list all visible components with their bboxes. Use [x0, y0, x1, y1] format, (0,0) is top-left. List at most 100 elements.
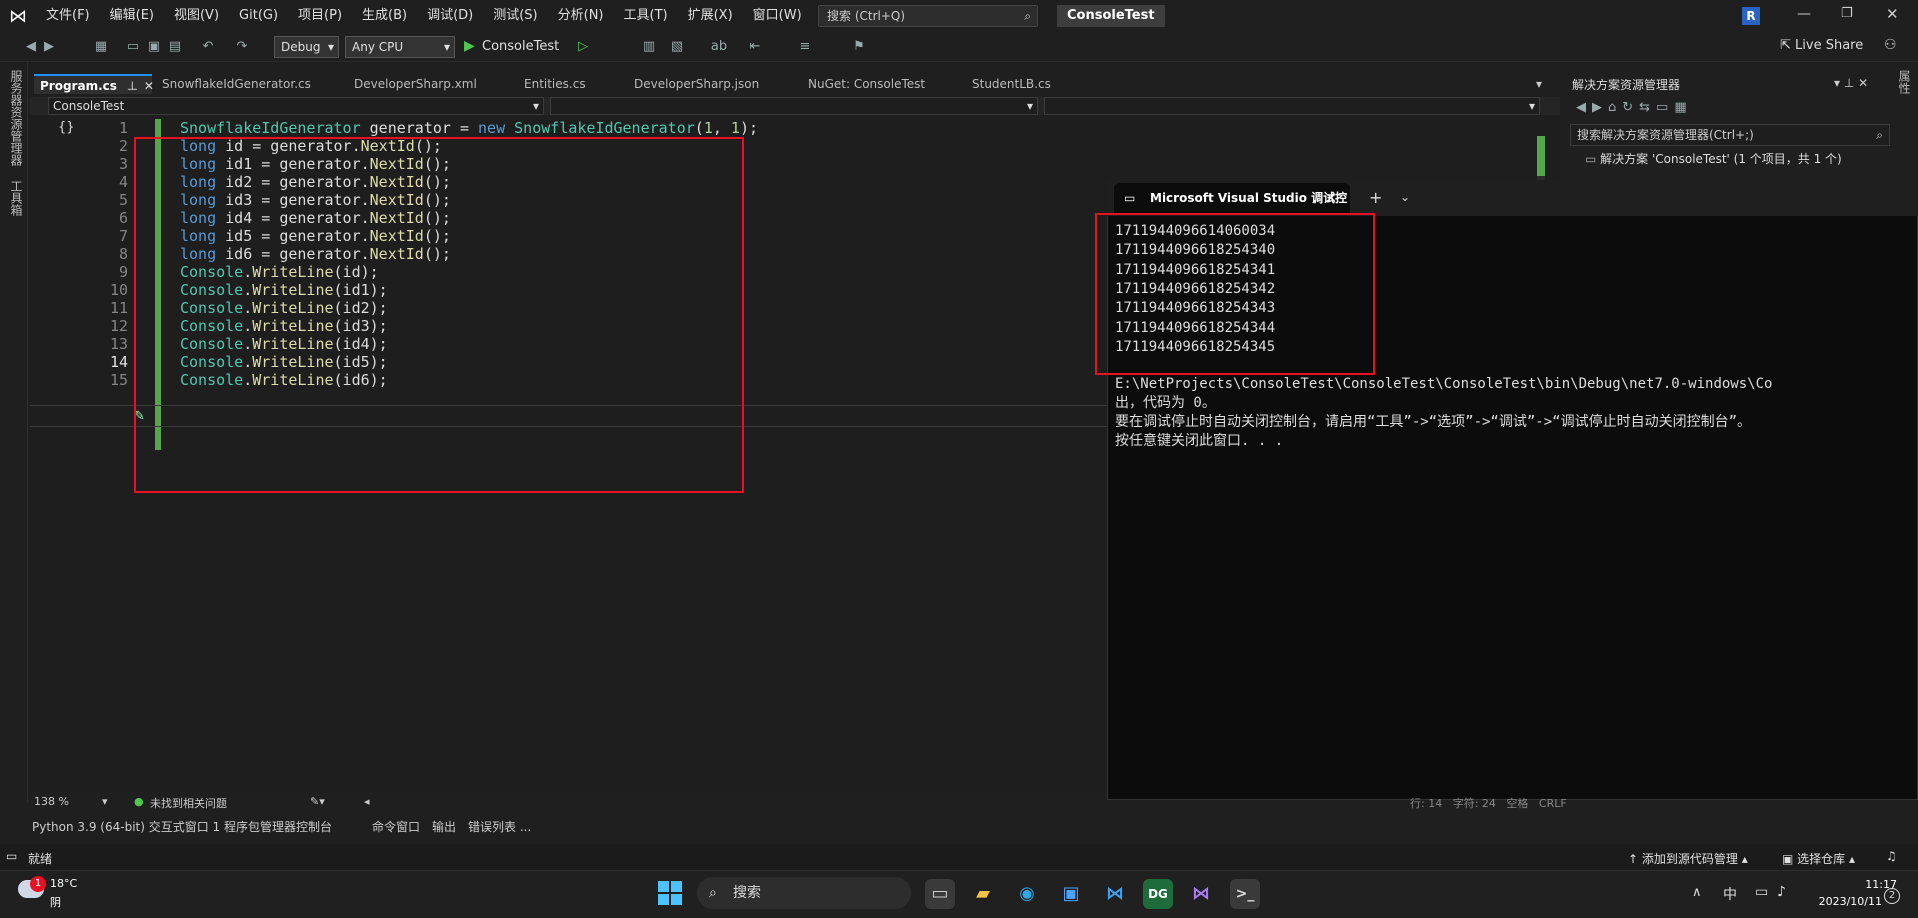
notification-count[interactable]: 2: [1884, 888, 1900, 904]
undo-icon[interactable]: ↶: [199, 38, 217, 56]
network-icon[interactable]: ▭: [1755, 884, 1768, 900]
panel-pin-icon[interactable]: ▾ ⊥ ✕: [1834, 76, 1868, 90]
project-nav-select[interactable]: ConsoleTest ▾: [48, 97, 544, 115]
step-icon[interactable]: ⇤: [746, 38, 764, 56]
redo-icon[interactable]: ↷: [233, 38, 251, 56]
chevron-down-icon: ▾: [532, 99, 539, 113]
scrollbar-change-marker: [1537, 136, 1545, 176]
tab-error-list[interactable]: 错误列表 ...: [468, 818, 531, 835]
menu-item[interactable]: Git(G): [229, 0, 288, 32]
toolbox-tab[interactable]: 工具箱: [8, 180, 25, 216]
tab-snowflake[interactable]: SnowflakeIdGenerator.cs: [156, 74, 317, 94]
chevron-down-icon[interactable]: ▾: [102, 795, 108, 808]
close-icon[interactable]: ✕: [144, 79, 154, 93]
tab-developersharp-json[interactable]: DeveloperSharp.json: [628, 74, 765, 94]
start-icon[interactable]: ▶: [464, 38, 475, 54]
tab-package-manager[interactable]: 程序包管理器控制台: [224, 818, 332, 835]
right-strip-tab[interactable]: 属性: [1896, 70, 1913, 94]
config-value: Debug: [281, 40, 321, 54]
member-nav-select[interactable]: ▾: [1044, 97, 1540, 115]
bookmark-icon[interactable]: ⚑: [850, 38, 868, 56]
config-select[interactable]: Debug ▾: [274, 36, 339, 58]
line-number: 6: [118, 209, 128, 227]
tray-chevron-icon[interactable]: ∧: [1692, 885, 1702, 900]
close-icon[interactable]: ✕: [1326, 183, 1336, 214]
issues-status[interactable]: 未找到相关问题: [150, 795, 227, 811]
user-avatar[interactable]: R: [1742, 7, 1760, 25]
close-button[interactable]: ✕: [1886, 5, 1899, 23]
menu-item[interactable]: 视图(V): [164, 0, 229, 32]
add-source-control-button[interactable]: ↑ 添加到源代码管理 ▴: [1628, 850, 1748, 867]
comment-icon[interactable]: ≡: [796, 38, 814, 56]
brush-icon[interactable]: ✎▾: [310, 795, 325, 808]
menu-item[interactable]: 调试(D): [417, 0, 483, 32]
vscode-icon[interactable]: ⋈: [1100, 879, 1130, 909]
start-button[interactable]: ConsoleTest: [482, 39, 559, 54]
save-icon[interactable]: ▣: [145, 38, 163, 56]
platform-select[interactable]: Any CPU ▾: [345, 36, 455, 58]
menu-item[interactable]: 项目(P): [288, 0, 352, 32]
forward-icon[interactable]: ▶: [40, 38, 58, 56]
menu-item[interactable]: 分析(N): [548, 0, 614, 32]
quick-actions-icon[interactable]: {}: [58, 120, 75, 135]
menu-item[interactable]: 扩展(X): [678, 0, 743, 32]
file-explorer-icon[interactable]: ▰: [968, 879, 998, 909]
taskbar-search[interactable]: ⌕ 搜索: [697, 877, 911, 909]
search-box[interactable]: 搜索 (Ctrl+Q) ⌕: [818, 5, 1038, 27]
datagrip-icon[interactable]: DG: [1143, 879, 1173, 909]
visual-studio-icon[interactable]: ⋈: [1186, 879, 1216, 909]
menu-item[interactable]: 工具(T): [614, 0, 678, 32]
type-nav-select[interactable]: ▾: [550, 97, 1038, 115]
tab-entities[interactable]: Entities.cs: [518, 74, 592, 94]
spellcheck-icon[interactable]: ab: [710, 38, 728, 56]
tab-nuget[interactable]: NuGet: ConsoleTest: [802, 74, 931, 94]
open-icon[interactable]: ▭: [124, 38, 142, 56]
solution-toolbar[interactable]: ◀▶⌂↻⇆▭▦: [1576, 100, 1693, 115]
console-message-line: E:\NetProjects\ConsoleTest\ConsoleTest\C…: [1115, 376, 1773, 392]
tab-overflow-icon[interactable]: ▾ ⚙: [1530, 74, 1560, 111]
select-repo-button[interactable]: ▣ 选择仓库 ▴: [1782, 850, 1855, 867]
volume-icon[interactable]: ♪: [1777, 884, 1786, 900]
new-tab-icon[interactable]: +: [1369, 188, 1382, 207]
pin-icon[interactable]: ⊥: [127, 79, 138, 93]
start-menu-icon[interactable]: [658, 881, 682, 905]
solution-search-input[interactable]: 搜索解决方案资源管理器(Ctrl+;) ⌕: [1570, 124, 1890, 146]
ime-indicator[interactable]: 中: [1723, 884, 1737, 904]
tab-studentlb[interactable]: StudentLB.cs: [966, 74, 1057, 94]
chevron-down-icon[interactable]: ⌄: [1400, 190, 1410, 204]
restore-button[interactable]: ❐: [1841, 6, 1853, 21]
console-tab[interactable]: ▭ Microsoft Visual Studio 调试控 ✕: [1114, 183, 1350, 214]
zoom-level[interactable]: 138 %: [34, 795, 69, 808]
minimize-button[interactable]: —: [1797, 6, 1811, 22]
task-view-icon[interactable]: ▭: [925, 879, 955, 909]
console-icon: ▭: [1124, 191, 1136, 205]
tab-python-interactive[interactable]: Python 3.9 (64-bit) 交互式窗口 1: [32, 818, 220, 835]
notification-bell-icon[interactable]: ♫: [1886, 849, 1897, 863]
scroll-left-icon[interactable]: ◂: [364, 795, 370, 808]
tab-command-window[interactable]: 命令窗口: [372, 818, 420, 835]
menu-item[interactable]: 测试(S): [483, 0, 547, 32]
code-line[interactable]: SnowflakeIdGenerator generator = new Sno…: [180, 119, 758, 137]
menu-item[interactable]: 生成(B): [352, 0, 417, 32]
feedback-icon[interactable]: ⚇: [1884, 37, 1897, 53]
clock-date[interactable]: 2023/10/11: [1812, 895, 1882, 908]
tab-program-cs[interactable]: Program.cs ⊥ ✕: [34, 74, 154, 94]
menu-item[interactable]: 文件(F): [36, 0, 100, 32]
new-project-icon[interactable]: ▦: [92, 38, 110, 56]
browser-icon[interactable]: ▥: [640, 38, 658, 56]
layout-icon[interactable]: ▧: [668, 38, 686, 56]
edge-icon[interactable]: ◉: [1012, 879, 1042, 909]
server-explorer-tab[interactable]: 服务器资源管理器: [8, 70, 25, 166]
store-icon[interactable]: ▣: [1056, 879, 1086, 909]
solution-root-item[interactable]: ▭ 解决方案 'ConsoleTest' (1 个项目，共 1 个): [1585, 150, 1842, 167]
start-without-debug-icon[interactable]: ▷: [574, 38, 592, 56]
menu-item[interactable]: 编辑(E): [100, 0, 164, 32]
menu-item[interactable]: 窗口(W): [743, 0, 812, 32]
tab-developersharp-xml[interactable]: DeveloperSharp.xml: [348, 74, 483, 94]
tab-output[interactable]: 输出: [432, 818, 456, 835]
back-icon[interactable]: ◀: [22, 38, 40, 56]
save-all-icon[interactable]: ▤: [166, 38, 184, 56]
project-nav-value: ConsoleTest: [53, 99, 125, 113]
live-share-button[interactable]: ⇱ Live Share: [1780, 38, 1863, 53]
terminal-icon[interactable]: >_: [1230, 879, 1260, 909]
